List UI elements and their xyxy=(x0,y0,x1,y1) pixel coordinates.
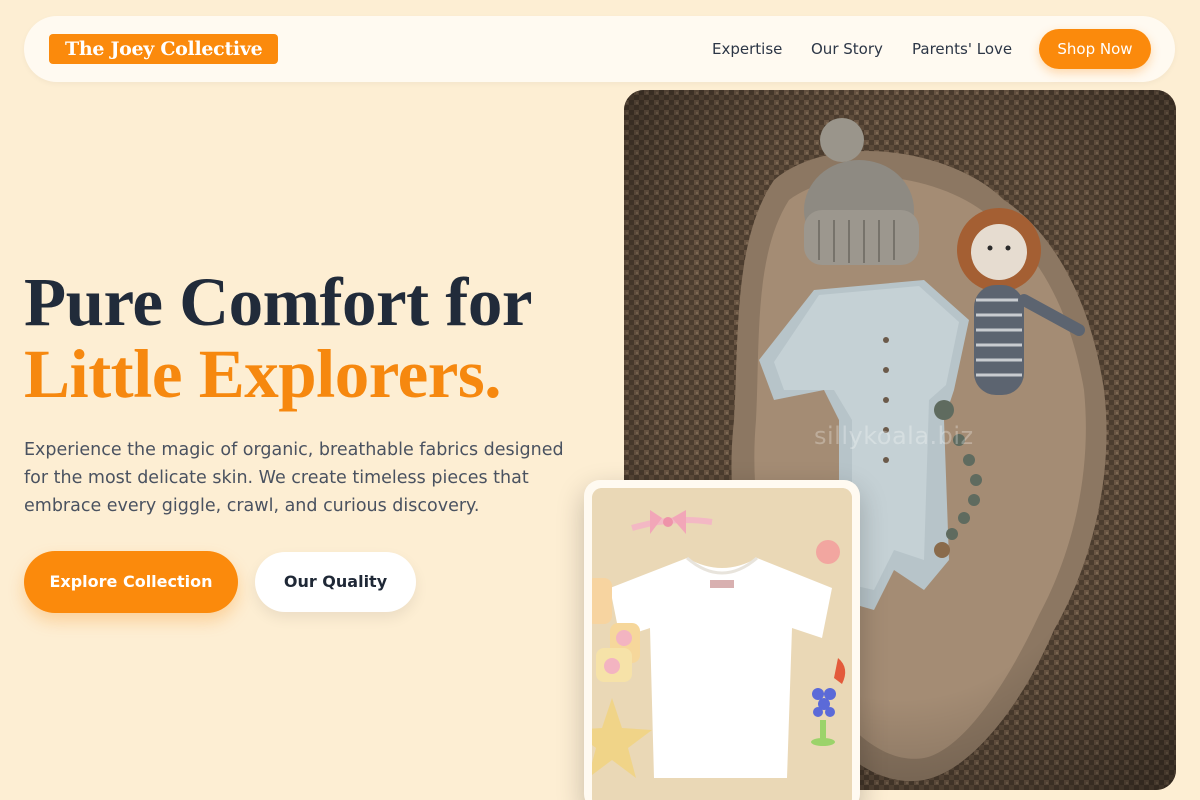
hero-secondary-image-card xyxy=(584,480,860,800)
hero-secondary-image xyxy=(592,488,852,800)
hero-description: Experience the magic of organic, breatha… xyxy=(24,440,564,516)
brand-logo[interactable]: The Joey Collective xyxy=(49,34,279,64)
white-tshirt-flatlay-illustration xyxy=(592,488,852,800)
hero-headline-line1: Pure Comfort for xyxy=(24,264,533,340)
image-watermark: sillykoala.biz xyxy=(814,422,974,450)
hero-headline: Pure Comfort for Little Explorers. xyxy=(24,266,624,410)
shop-now-button[interactable]: Shop Now xyxy=(1039,29,1151,69)
top-navbar: The Joey Collective Expertise Our Story … xyxy=(24,16,1175,82)
our-quality-button[interactable]: Our Quality xyxy=(255,552,416,612)
hero-headline-accent: Little Explorers. xyxy=(24,336,502,412)
nav-link-our-story[interactable]: Our Story xyxy=(811,40,883,58)
nav-link-expertise[interactable]: Expertise xyxy=(712,40,782,58)
explore-collection-button[interactable]: Explore Collection xyxy=(24,551,238,613)
nav-link-parents-love[interactable]: Parents' Love xyxy=(912,40,1012,58)
